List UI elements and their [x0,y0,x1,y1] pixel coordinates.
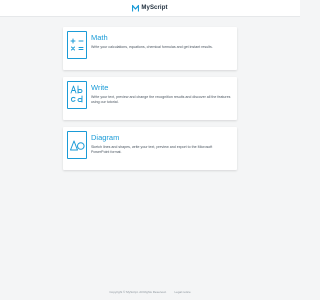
handwriting-text-icon [67,81,87,109]
card-title: Diagram [91,133,120,142]
card-title: Math [91,33,108,42]
legal-notice-link[interactable]: Legal notice [174,290,190,294]
card-description: Write your text, preview and change the … [91,95,231,105]
brand-name: MyScript [141,5,168,11]
card-description: Write your calculations, equations, chem… [91,45,213,49]
myscript-logo-icon [132,4,140,12]
math-card[interactable]: Math Write your calculations, equations,… [63,27,237,70]
write-card[interactable]: Write Write your text, preview and chang… [63,77,237,120]
top-bar: MyScript [0,0,300,17]
math-operators-icon [67,31,87,59]
card-title: Write [91,83,109,92]
diagram-card[interactable]: Diagram Sketch lines and shapes, write y… [63,127,237,170]
card-description: Sketch lines and shapes, write your text… [91,145,213,155]
copyright-text: Copyright © MyScript. All Rights Reserve… [109,290,167,294]
footer: Copyright © MyScript. All Rights Reserve… [0,290,300,294]
shapes-icon [67,131,87,159]
myscript-logo[interactable]: MyScript [132,4,167,12]
